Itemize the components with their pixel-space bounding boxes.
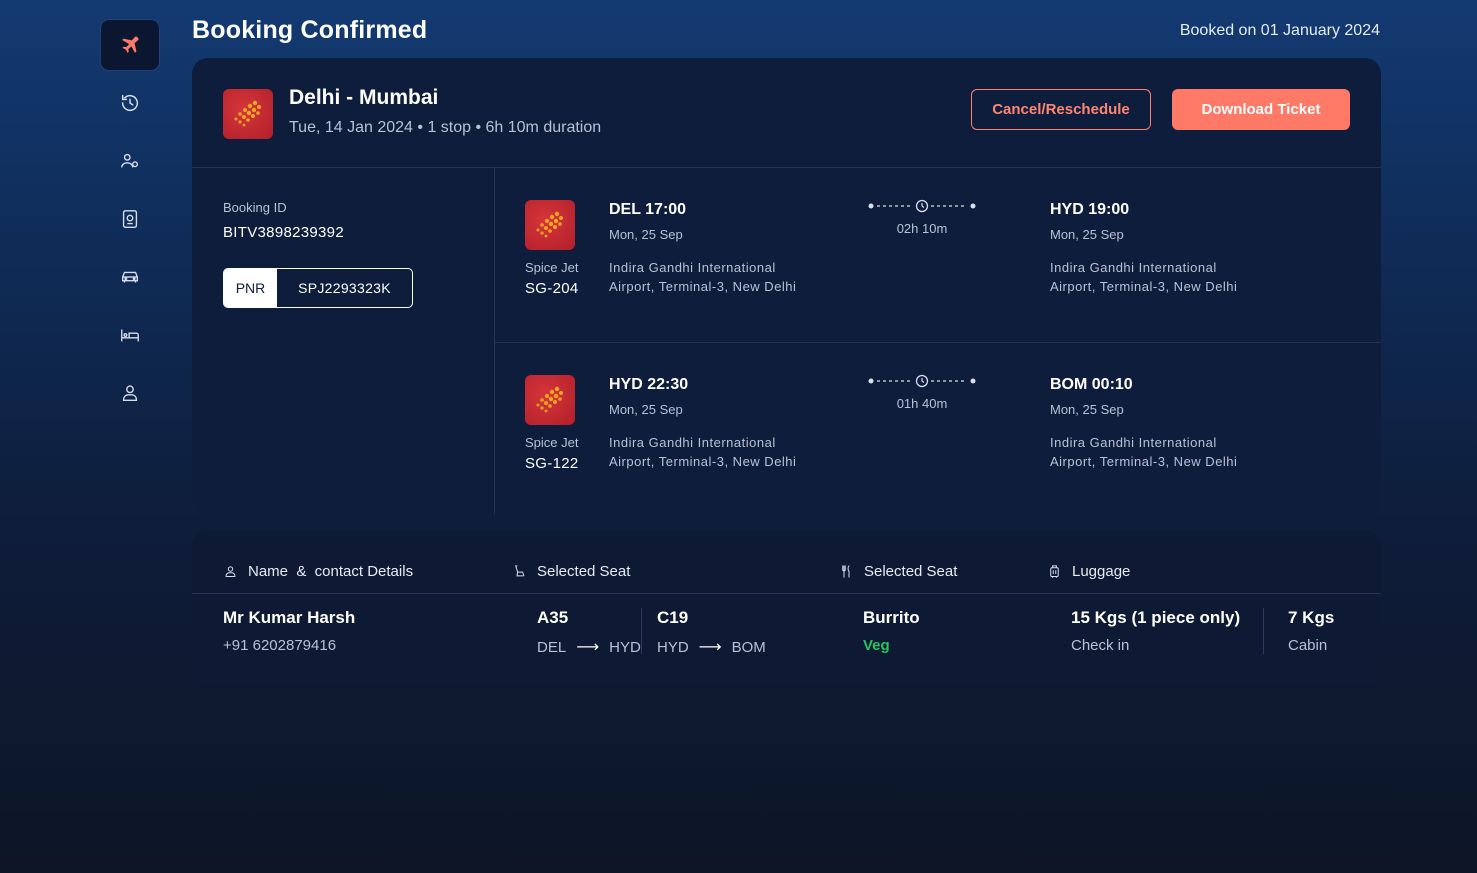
column-header-label: Selected Seat xyxy=(537,563,631,580)
users-icon xyxy=(121,153,139,168)
sidebar-item-travellers[interactable] xyxy=(101,136,159,186)
departure-time: DEL 17:00 xyxy=(609,201,687,218)
checkin-label: Check in xyxy=(1071,637,1130,654)
meal-type: Veg xyxy=(863,637,890,654)
arrow-right-icon: ⟶ xyxy=(698,639,722,656)
spicejet-logo-icon xyxy=(536,386,563,413)
airline-name: Spice Jet xyxy=(525,260,579,275)
sidebar-item-flights[interactable] xyxy=(101,20,159,70)
booking-info-panel: Booking ID BITV3898239392 PNR SPJ2293323… xyxy=(192,168,495,514)
arrival-date: Mon, 25 Sep xyxy=(1050,402,1124,417)
flight-segment: Spice Jet SG-122 HYD 22:30 Mon, 25 Sep I… xyxy=(495,343,1381,514)
column-header-label: Name & contact Details xyxy=(248,563,414,580)
passenger-name: Mr Kumar Harsh xyxy=(223,608,356,627)
sidebar-item-cabs[interactable] xyxy=(101,252,159,302)
departure-airport: Indira Gandhi International Airport, Ter… xyxy=(609,260,797,294)
cancel-reschedule-button[interactable]: Cancel/Reschedule xyxy=(971,89,1151,130)
flight-duration-line-icon xyxy=(868,199,976,213)
column-header-name: Name & contact Details xyxy=(223,563,413,580)
seat-icon xyxy=(515,565,525,577)
column-header-label: Luggage xyxy=(1072,563,1131,580)
column-header-label: Selected Seat xyxy=(864,563,958,580)
flight-segment: Spice Jet SG-204 DEL 17:00 Mon, 25 Sep I… xyxy=(495,168,1381,343)
seat-number: A35 xyxy=(537,608,569,627)
flight-number: SG-204 xyxy=(525,280,579,297)
airline-logo xyxy=(525,375,575,425)
arrow-right-icon: ⟶ xyxy=(576,639,600,656)
meal-name: Burrito xyxy=(863,608,920,627)
checkin-weight: 15 Kgs (1 piece only) xyxy=(1071,608,1241,627)
seat-route-from: DEL xyxy=(537,638,567,656)
spicejet-logo-icon xyxy=(234,100,261,127)
cabin-weight: 7 Kgs xyxy=(1288,608,1335,627)
column-header-seat: Selected Seat xyxy=(512,563,630,580)
cabin-label: Cabin xyxy=(1288,637,1328,654)
plane-icon xyxy=(122,36,139,53)
pnr-value: SPJ2293323K xyxy=(298,280,391,296)
trip-body: Booking ID BITV3898239392 PNR SPJ2293323… xyxy=(192,168,1381,514)
passport-icon xyxy=(122,210,138,228)
seat-number: C19 xyxy=(657,608,689,627)
pnr-label: PNR xyxy=(224,269,277,307)
departure-time: HYD 22:30 xyxy=(609,376,689,393)
sidebar-nav xyxy=(101,20,159,426)
arrival-airport: Indira Gandhi International Airport, Ter… xyxy=(1050,435,1238,469)
flight-number: SG-122 xyxy=(525,455,579,472)
spicejet-logo-icon xyxy=(536,211,563,238)
seat-route-from: HYD xyxy=(657,638,689,656)
departure-date: Mon, 25 Sep xyxy=(609,402,683,417)
page-title: Booking Confirmed xyxy=(192,16,428,44)
passenger-details-card: Name & contact Details Selected Seat Sel… xyxy=(192,531,1381,685)
arrival-date: Mon, 25 Sep xyxy=(1050,227,1124,242)
booking-id-label: Booking ID xyxy=(223,200,287,215)
luggage-icon xyxy=(1050,565,1059,578)
airline-logo xyxy=(223,89,273,139)
seat-route: DEL ⟶ HYD xyxy=(537,637,641,657)
seat-route: HYD ⟶ BOM xyxy=(657,637,766,657)
booked-on-date: Booked on 01 January 2024 xyxy=(1179,22,1380,39)
airline-name: Spice Jet xyxy=(525,435,579,450)
passenger-table-header: Name & contact Details Selected Seat Sel… xyxy=(192,531,1381,594)
arrival-time: HYD 19:00 xyxy=(1050,201,1130,218)
airline-logo xyxy=(525,200,575,250)
pnr-box: PNR SPJ2293323K xyxy=(223,268,413,308)
trip-header: Delhi - Mumbai Tue, 14 Jan 2024 • 1 stop… xyxy=(192,58,1381,168)
column-divider xyxy=(1263,608,1264,654)
seat-route-to: BOM xyxy=(731,638,766,656)
download-ticket-button[interactable]: Download Ticket xyxy=(1172,89,1350,130)
passenger-row: Mr Kumar Harsh +91 6202879416 A35 DEL ⟶ … xyxy=(192,594,1381,685)
arrival-time: BOM 00:10 xyxy=(1050,376,1133,393)
passenger-phone: +91 6202879416 xyxy=(223,637,337,654)
departure-date: Mon, 25 Sep xyxy=(609,227,683,242)
route-title: Delhi - Mumbai xyxy=(289,86,439,109)
user-icon xyxy=(225,566,236,577)
flight-details-card: Delhi - Mumbai Tue, 14 Jan 2024 • 1 stop… xyxy=(192,58,1381,514)
flight-duration: 02h 10m xyxy=(896,221,948,236)
seat-route-to: HYD xyxy=(609,638,641,656)
sidebar-item-hotels[interactable] xyxy=(101,310,159,360)
departure-airport: Indira Gandhi International Airport, Ter… xyxy=(609,435,797,469)
column-header-luggage: Luggage xyxy=(1047,563,1130,580)
flight-duration-line-icon xyxy=(868,374,976,388)
car-icon xyxy=(121,271,139,283)
sidebar-item-passport[interactable] xyxy=(101,194,159,244)
column-header-meal: Selected Seat xyxy=(839,563,957,580)
arrival-airport: Indira Gandhi International Airport, Ter… xyxy=(1050,260,1238,294)
column-divider xyxy=(641,608,642,654)
sidebar-item-profile[interactable] xyxy=(101,368,159,418)
history-icon xyxy=(121,94,139,112)
booking-id-value: BITV3898239392 xyxy=(223,224,344,241)
route-meta: Tue, 14 Jan 2024 • 1 stop • 6h 10m durat… xyxy=(289,119,602,136)
sidebar-item-history[interactable] xyxy=(101,78,159,128)
bed-icon xyxy=(121,329,139,342)
cutlery-icon xyxy=(842,565,850,578)
flight-duration: 01h 40m xyxy=(896,396,948,411)
user-icon xyxy=(122,385,138,402)
